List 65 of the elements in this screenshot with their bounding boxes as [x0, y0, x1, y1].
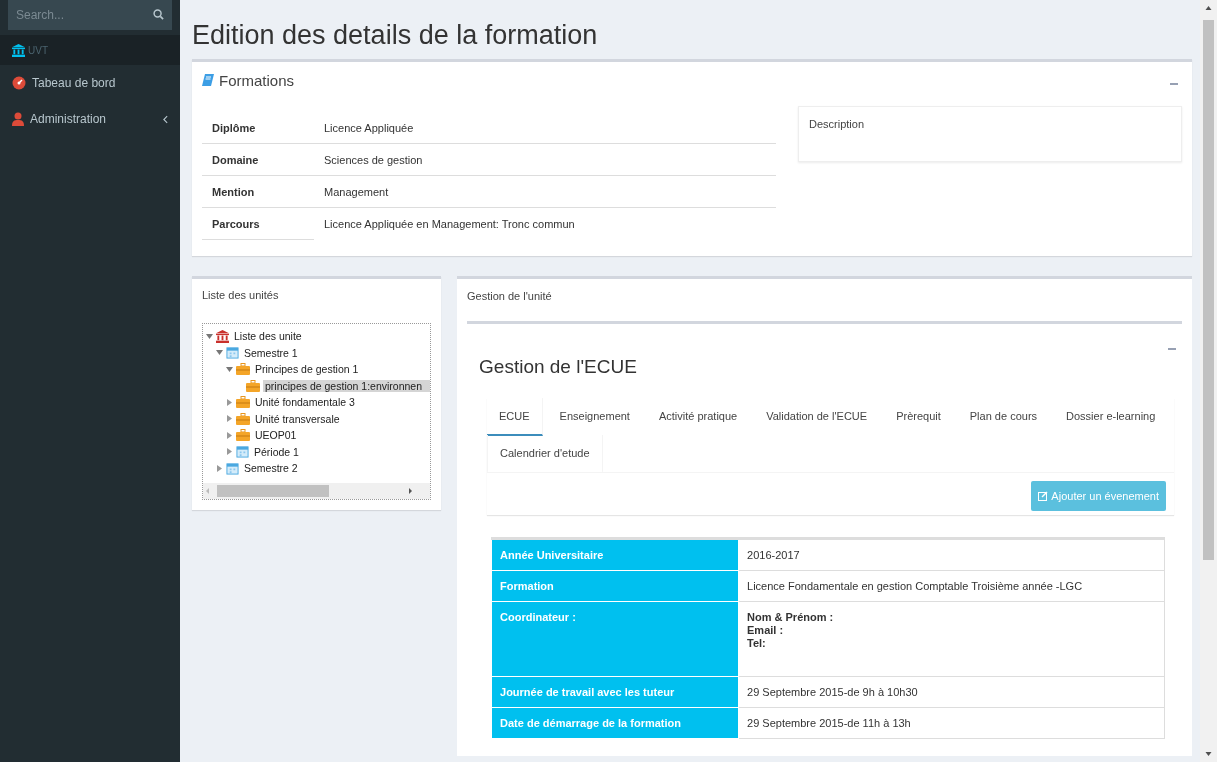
field-value: Licence Appliquée [314, 112, 776, 144]
contact-label: Email : [747, 624, 785, 637]
row-label: Année Universitaire [491, 538, 739, 571]
field-value: Licence Appliquée en Management: Tronc commun [314, 207, 776, 240]
minus-icon [1168, 348, 1176, 350]
tree-item[interactable]: UEOP01 [253, 429, 299, 442]
field-value: Sciences de gestion [314, 143, 776, 176]
sidebar-item[interactable]: Tabeau de bord [0, 65, 180, 101]
edit-icon [1038, 491, 1049, 501]
tree-item[interactable]: Liste des unite [232, 330, 304, 343]
chevron-left-icon [163, 114, 168, 124]
tree-item[interactable]: Période 1 [252, 445, 301, 458]
institution-icon [216, 329, 229, 343]
panel-title: Gestion de l'unité [467, 279, 1182, 324]
tab[interactable]: Activité pratique [646, 398, 750, 436]
tab[interactable]: Plan de cours [957, 398, 1050, 436]
tree-item[interactable]: Unité fondamentale 3 [253, 396, 357, 409]
tree-item[interactable]: Semestre 2 [242, 462, 300, 475]
briefcase-icon [246, 379, 260, 392]
row-value: 29 Septembre 2015-de 11h à 13h [738, 707, 1165, 739]
row-value: 29 Septembre 2015-de 9h à 10h30 [738, 676, 1165, 708]
tab[interactable]: Enseignement [547, 398, 642, 436]
search-icon [153, 9, 164, 20]
book-icon [202, 74, 214, 86]
tree-item[interactable]: Semestre 1 [242, 346, 300, 359]
dashboard-icon [12, 76, 26, 90]
row-value: 2016-2017 [738, 538, 1165, 571]
contact-label: Tel: [747, 637, 767, 650]
field-label: Mention [202, 175, 314, 208]
row-label: Date de démarrage de la formation [491, 707, 739, 739]
field-value: Management [314, 175, 776, 208]
tree-item[interactable]: Unité transversale [253, 412, 342, 425]
field-label: Parcours [202, 207, 314, 240]
field-label: Domaine [202, 143, 314, 176]
contact-label: Nom & Prénom : [747, 611, 835, 624]
tab[interactable]: ECUE [487, 398, 543, 436]
briefcase-icon [236, 363, 250, 376]
row-label: Coordinateur : [491, 601, 739, 677]
tab[interactable]: Validation de l'ECUE [754, 398, 880, 436]
tab[interactable]: Prèrequit [884, 398, 953, 436]
tab[interactable]: Dossier e-learning [1054, 398, 1168, 436]
calendar-icon [226, 346, 239, 360]
user-icon [12, 112, 24, 126]
section-title: Gestion de l'ECUE [479, 356, 637, 378]
page-title: Edition des details de la formation [192, 19, 599, 52]
calendar-icon [236, 445, 249, 459]
sidebar-item[interactable]: Administration [0, 101, 180, 137]
calendar-icon [226, 461, 239, 475]
institution-icon [12, 43, 25, 57]
row-label: Formation [491, 570, 739, 602]
tree-item[interactable]: principes de gestion 1:environnen [263, 379, 431, 392]
row-value: Licence Fondamentale en gestion Comptable Troisième année -LGC [738, 570, 1165, 602]
field-label: Diplôme [202, 112, 314, 144]
description-card: Description [798, 106, 1182, 162]
panel-title: Formations [219, 71, 296, 89]
minus-icon [1170, 82, 1178, 85]
tab[interactable]: Calendrier d'etude [487, 435, 603, 473]
briefcase-icon [236, 412, 250, 425]
row-label: Journée de travail avec les tuteur [491, 676, 739, 708]
panel-title: Liste des unités [202, 288, 280, 303]
briefcase-icon [236, 429, 250, 442]
briefcase-icon [236, 396, 250, 409]
tree-item[interactable]: Principes de gestion 1 [253, 363, 361, 376]
brand-label: UVT [28, 44, 48, 56]
search-field[interactable]: Search... [8, 0, 172, 30]
